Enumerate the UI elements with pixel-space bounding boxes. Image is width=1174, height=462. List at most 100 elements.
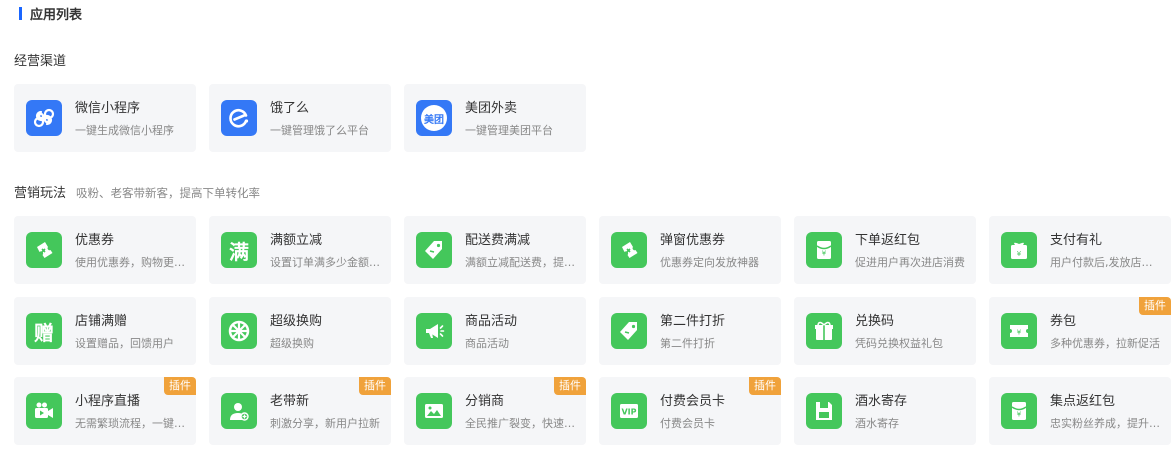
megaphone-icon bbox=[416, 313, 452, 349]
app-card[interactable]: ¥ 下单返红包促进用户再次进店消费 bbox=[794, 216, 976, 284]
app-card[interactable]: 第二件打折 第二件打折 bbox=[599, 297, 781, 365]
app-card-name: 超级换购 bbox=[270, 314, 323, 329]
app-card-name: 小程序直播 bbox=[75, 394, 141, 409]
app-card[interactable]: ¥ 集点返红包忠实粉丝养成，提升复购 bbox=[989, 377, 1171, 445]
app-card-description: 用户付款后,发放店铺福利 bbox=[1050, 256, 1162, 269]
app-card[interactable]: 美团 美团外卖一键管理美团平台 bbox=[404, 84, 586, 152]
app-card[interactable]: 弹窗优惠券优惠券定向发放神器 bbox=[599, 216, 781, 284]
app-card-description: 优惠券定向发放神器 bbox=[660, 256, 759, 269]
app-card-name: 优惠券 bbox=[75, 233, 115, 248]
icon-glyph: 赠 bbox=[34, 320, 54, 345]
user-add-icon bbox=[221, 393, 257, 429]
section-title-text: 营销玩法 bbox=[14, 186, 67, 201]
image-icon bbox=[416, 393, 452, 429]
app-card-description: 第二件打折 bbox=[660, 337, 715, 350]
full-reduction-icon: 满 bbox=[221, 232, 257, 268]
app-card[interactable]: 商品活动 商品活动 bbox=[404, 297, 586, 365]
app-card-description: 一键管理美团平台 bbox=[465, 124, 553, 137]
app-card-description: 使用优惠券，购物更优惠 bbox=[75, 256, 187, 269]
meituan-icon: 美团 bbox=[416, 100, 452, 136]
app-card-description: 刺激分享，新用户拉新 bbox=[270, 417, 380, 430]
app-card-name: 兑换码 bbox=[855, 314, 895, 329]
app-card[interactable]: 赠 店铺满赠设置赠品，回馈用户 bbox=[14, 297, 196, 365]
app-card[interactable]: ¥ 券包多种优惠券，拉新促活 插件 bbox=[989, 297, 1171, 365]
app-card-description: 多种优惠券，拉新促活 bbox=[1050, 337, 1160, 350]
page-title: 应用列表 bbox=[30, 7, 83, 23]
app-card[interactable]: ¥ 支付有礼用户付款后,发放店铺福利 bbox=[989, 216, 1171, 284]
plugin-badge: 插件 bbox=[1139, 297, 1171, 315]
gift-char-icon: 赠 bbox=[26, 313, 62, 349]
red-packet-icon: ¥ bbox=[806, 232, 842, 268]
app-card[interactable]: 配送费满减满额立减配送费，提升下单 bbox=[404, 216, 586, 284]
app-card-description: 设置订单满多少金额立减 bbox=[270, 256, 382, 269]
app-card-name: 下单返红包 bbox=[855, 233, 921, 248]
delivery-tag-icon bbox=[416, 232, 452, 268]
app-card-name: 美团外卖 bbox=[465, 101, 518, 116]
app-card-name: 分销商 bbox=[465, 394, 505, 409]
app-card-description: 满额立减配送费，提升下单 bbox=[465, 256, 577, 269]
app-card-name: 券包 bbox=[1050, 314, 1077, 329]
app-card-name: 付费会员卡 bbox=[660, 394, 726, 409]
popup-coupon-icon bbox=[611, 232, 647, 268]
app-card-description: 凭码兑换权益礼包 bbox=[855, 337, 943, 350]
app-card-description: 全民推广裂变，快速获客 bbox=[465, 417, 577, 430]
app-card[interactable]: 小程序直播无需繁琐流程，一键开播 插件 bbox=[14, 377, 196, 445]
header-accent-bar bbox=[19, 6, 22, 20]
vip-card-icon: VIP bbox=[611, 393, 647, 429]
coupon-pack-icon: ¥ bbox=[1001, 313, 1037, 349]
app-card-name: 弹窗优惠券 bbox=[660, 233, 726, 248]
page-header: 应用列表 bbox=[19, 5, 83, 23]
app-card[interactable]: 分销商全民推广裂变，快速获客 插件 bbox=[404, 377, 586, 445]
wheel-icon bbox=[221, 313, 257, 349]
app-card-name: 老带新 bbox=[270, 394, 310, 409]
pay-gift-icon: ¥ bbox=[1001, 232, 1037, 268]
section-description: 吸粉、老客带新客，提高下单转化率 bbox=[76, 186, 261, 200]
app-card-description: 商品活动 bbox=[465, 337, 509, 350]
app-card-description: 设置赠品，回馈用户 bbox=[75, 337, 174, 350]
points-packet-icon: ¥ bbox=[1001, 393, 1037, 429]
app-card[interactable]: 超级换购 超级换购 bbox=[209, 297, 391, 365]
app-card-description: 忠实粉丝养成，提升复购 bbox=[1050, 417, 1162, 430]
app-card[interactable]: 微信小程序一键生成微信小程序 bbox=[14, 84, 196, 152]
save-icon bbox=[806, 393, 842, 429]
svg-text:¥: ¥ bbox=[822, 250, 827, 258]
app-card[interactable]: 兑换码凭码兑换权益礼包 bbox=[794, 297, 976, 365]
plugin-badge: 插件 bbox=[359, 377, 391, 395]
app-card-description: 一键管理饿了么平台 bbox=[270, 124, 369, 137]
app-card-name: 集点返红包 bbox=[1050, 394, 1116, 409]
eleme-icon bbox=[221, 100, 257, 136]
app-card[interactable]: 饿了么 一键管理饿了么平台 bbox=[209, 84, 391, 152]
app-card[interactable]: 老带新刺激分享，新用户拉新 插件 bbox=[209, 377, 391, 445]
app-card-name: 商品活动 bbox=[465, 314, 518, 329]
svg-text:¥: ¥ bbox=[1017, 411, 1022, 419]
app-card[interactable]: 优惠券使用优惠券，购物更优惠 bbox=[14, 216, 196, 284]
app-card-description: 付费会员卡 bbox=[660, 417, 715, 430]
app-card-description: 促进用户再次进店消费 bbox=[855, 256, 965, 269]
app-card[interactable]: 酒水寄存 酒水寄存 bbox=[794, 377, 976, 445]
coupon-icon bbox=[26, 232, 62, 268]
app-card-name: 支付有礼 bbox=[1050, 233, 1103, 248]
gift-box-icon bbox=[806, 313, 842, 349]
app-card-name: 店铺满赠 bbox=[75, 314, 128, 329]
app-card-name: 第二件打折 bbox=[660, 314, 726, 329]
app-card[interactable]: VIP 付费会员卡 付费会员卡 插件 bbox=[599, 377, 781, 445]
app-card-description: 超级换购 bbox=[270, 337, 314, 350]
plugin-badge: 插件 bbox=[554, 377, 586, 395]
section-title-marketing: 营销玩法 吸粉、老客带新客，提高下单转化率 bbox=[14, 182, 260, 201]
plugin-badge: 插件 bbox=[749, 377, 781, 395]
svg-text:¥: ¥ bbox=[1017, 250, 1022, 258]
icon-glyph: 美团 bbox=[421, 105, 447, 131]
svg-text:VIP: VIP bbox=[621, 408, 636, 417]
plugin-badge: 插件 bbox=[164, 377, 196, 395]
app-card-description: 无需繁琐流程，一键开播 bbox=[75, 417, 187, 430]
section-title-channels: 经营渠道 bbox=[14, 50, 66, 69]
app-card-name: 微信小程序 bbox=[75, 101, 141, 116]
app-card-description: 一键生成微信小程序 bbox=[75, 124, 174, 137]
mini-program-icon bbox=[26, 100, 62, 136]
discount-tag-icon bbox=[611, 313, 647, 349]
section-title-text: 经营渠道 bbox=[14, 54, 67, 69]
app-card[interactable]: 满 满额立减设置订单满多少金额立减 bbox=[209, 216, 391, 284]
app-card-description: 酒水寄存 bbox=[855, 417, 899, 430]
video-camera-icon bbox=[26, 393, 62, 429]
app-card-name: 满额立减 bbox=[270, 233, 323, 248]
